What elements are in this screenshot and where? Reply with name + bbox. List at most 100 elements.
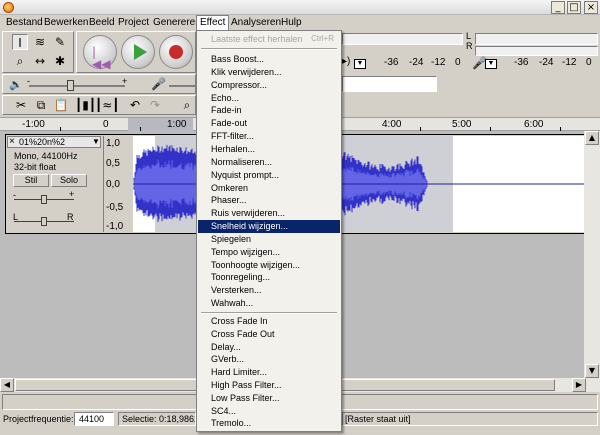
menu-bewerken[interactable]: Bewerken: [41, 15, 91, 31]
menu-effect-fft-filter[interactable]: FFT-filter...: [198, 130, 340, 143]
menu-effect-tempo-wijzigen[interactable]: Tempo wijzigen...: [198, 246, 340, 259]
menu-effect-bass-boost[interactable]: Bass Boost...: [198, 53, 340, 66]
undo-icon[interactable]: ↶: [127, 97, 143, 113]
meter-toolbar: L R ▸) ▼ -36 -24 -12 0 🎤 ▼ -36 -24 -12 0: [342, 31, 600, 73]
minimize-button[interactable]: _: [551, 1, 565, 14]
menu-effect-echo[interactable]: Echo...: [198, 92, 340, 105]
menu-effect-omkeren[interactable]: Omkeren: [198, 182, 340, 195]
skip-to-start-button[interactable]: |◀◀: [83, 35, 117, 70]
scale-label: 1,0: [106, 138, 120, 149]
close-button[interactable]: ×: [584, 1, 598, 14]
play-meter-left[interactable]: [342, 33, 463, 45]
menu-effect-delay[interactable]: Delay...: [198, 341, 340, 354]
menu-effect-spiegelen[interactable]: Spiegelen: [198, 233, 340, 246]
track-menu-dropdown-icon[interactable]: ▼: [92, 137, 100, 146]
menu-analyseren[interactable]: Analyseren: [228, 15, 284, 31]
record-meter-right[interactable]: [475, 46, 598, 56]
speaker-icon: 🔈: [9, 78, 23, 91]
copy-icon[interactable]: ⧉: [33, 97, 49, 113]
meter-tick: -24: [539, 57, 554, 68]
menu-effect-tremolo[interactable]: Tremolo...: [198, 417, 340, 430]
menu-bestand[interactable]: Bestand: [3, 15, 46, 31]
menu-repeat-last-effect[interactable]: Laatste effect herhalen Ctrl+R: [198, 33, 340, 46]
multi-tool-icon[interactable]: ✱: [52, 53, 68, 69]
menu-effect-wahwah[interactable]: Wahwah...: [198, 297, 340, 310]
menu-effect-cross-fade-in[interactable]: Cross Fade In: [198, 315, 340, 328]
timeshift-tool-icon[interactable]: ↔: [32, 53, 48, 69]
output-volume-handle[interactable]: [67, 80, 74, 91]
paste-icon[interactable]: 📋: [53, 97, 69, 113]
menu-effect-herhalen[interactable]: Herhalen...: [198, 143, 340, 156]
track-close-icon[interactable]: ×: [9, 136, 15, 147]
menu-effect-normaliseren[interactable]: Normaliseren...: [198, 156, 340, 169]
envelope-tool-icon[interactable]: ≋: [32, 34, 48, 50]
track-bitdepth-info: 32-bit float: [14, 162, 57, 172]
play-button[interactable]: [121, 35, 155, 69]
play-meter-dropdown-icon[interactable]: ▼: [354, 59, 366, 69]
input-volume-slider[interactable]: [169, 85, 197, 87]
menu-separator: [201, 312, 337, 314]
trim-icon[interactable]: ┃▮┃: [75, 97, 96, 113]
vertical-scrollbar[interactable]: ▲ ▼: [584, 131, 600, 378]
mixer-toolbar: 🔈 - + 🎤: [2, 74, 197, 94]
menu-bar: Bestand Bewerken Beeld Project Genereren…: [0, 15, 600, 31]
draw-tool-icon[interactable]: ✎: [52, 34, 68, 50]
meter-tick: -12: [431, 57, 446, 68]
silence-icon[interactable]: ┃≈┃: [95, 97, 120, 113]
record-meter-left[interactable]: [475, 33, 598, 45]
scroll-left-icon[interactable]: ◀: [0, 378, 14, 392]
menu-effect-compressor[interactable]: Compressor...: [198, 79, 340, 92]
menu-effect-sc4[interactable]: SC4...: [198, 405, 340, 418]
menu-effect-snelheid-wijzigen[interactable]: Snelheid wijzigen...: [198, 220, 340, 233]
menu-effect[interactable]: Effect: [196, 15, 230, 31]
menu-effect-hard-limiter[interactable]: Hard Limiter...: [198, 366, 340, 379]
project-rate-select[interactable]: 44100: [74, 412, 114, 426]
ruler-label: 5:00: [452, 119, 472, 130]
track-name[interactable]: 01%20n%2: [19, 137, 65, 147]
ruler-label: 0: [103, 119, 109, 130]
menu-beeld[interactable]: Beeld: [86, 15, 118, 31]
menu-effect-cross-fade-out[interactable]: Cross Fade Out: [198, 328, 340, 341]
cut-icon[interactable]: ✂: [13, 97, 29, 113]
record-meter-dropdown-icon[interactable]: ▼: [485, 59, 497, 69]
menu-hulp[interactable]: Hulp: [278, 15, 305, 31]
meter-tick: -24: [409, 57, 424, 68]
scroll-down-icon[interactable]: ▼: [585, 364, 599, 378]
menu-effect-fade-out[interactable]: Fade-out: [198, 117, 340, 130]
track-title-bar[interactable]: × 01%20n%2 ▼: [7, 136, 101, 148]
redo-icon[interactable]: ↷: [147, 97, 163, 113]
selection-tool-icon[interactable]: I: [12, 34, 28, 50]
scroll-right-icon[interactable]: ▶: [572, 378, 586, 392]
output-volume-slider[interactable]: [29, 85, 125, 87]
ruler-label: 6:00: [524, 119, 544, 130]
selection-status: Selectie: 0:18,98621: [118, 412, 196, 426]
solo-button[interactable]: Solo: [51, 174, 87, 187]
mute-button[interactable]: Stil: [13, 174, 49, 187]
pan-slider-handle[interactable]: [41, 217, 47, 226]
repeat-last-label: Laatste effect herhalen: [211, 34, 303, 44]
scroll-up-icon[interactable]: ▲: [585, 131, 599, 145]
audacity-app-icon[interactable]: [3, 2, 14, 13]
input-mic-icon: 🎤: [151, 77, 166, 91]
menu-project[interactable]: Project: [115, 15, 152, 31]
menu-effect-ruis-verwijderen[interactable]: Ruis verwijderen...: [198, 207, 340, 220]
menu-effect-klik-verwijderen[interactable]: Klik verwijderen...: [198, 66, 340, 79]
meter-tick: -12: [562, 57, 577, 68]
zoom-in-icon[interactable]: ⌕: [179, 97, 195, 113]
gain-slider-handle[interactable]: [41, 195, 47, 204]
repeat-last-shortcut: Ctrl+R: [311, 34, 334, 43]
zoom-tool-icon[interactable]: ⌕: [12, 53, 28, 69]
record-button[interactable]: [159, 35, 193, 69]
menu-effect-gverb[interactable]: GVerb...: [198, 353, 340, 366]
menu-effect-toonregeling[interactable]: Toonregeling...: [198, 271, 340, 284]
input-source-select[interactable]: [342, 76, 437, 92]
menu-effect-phaser[interactable]: Phaser...: [198, 194, 340, 207]
scale-label: 0,5: [106, 158, 120, 169]
menu-effect-high-pass-filter[interactable]: High Pass Filter...: [198, 379, 340, 392]
menu-effect-toonhoogte-wijzigen[interactable]: Toonhoogte wijzigen...: [198, 259, 340, 272]
maximize-button[interactable]: □: [567, 1, 581, 14]
menu-effect-fade-in[interactable]: Fade-in: [198, 104, 340, 117]
menu-effect-low-pass-filter[interactable]: Low Pass Filter...: [198, 392, 340, 405]
menu-effect-versterken[interactable]: Versterken...: [198, 284, 340, 297]
menu-effect-nyquist-prompt[interactable]: Nyquist prompt...: [198, 169, 340, 182]
